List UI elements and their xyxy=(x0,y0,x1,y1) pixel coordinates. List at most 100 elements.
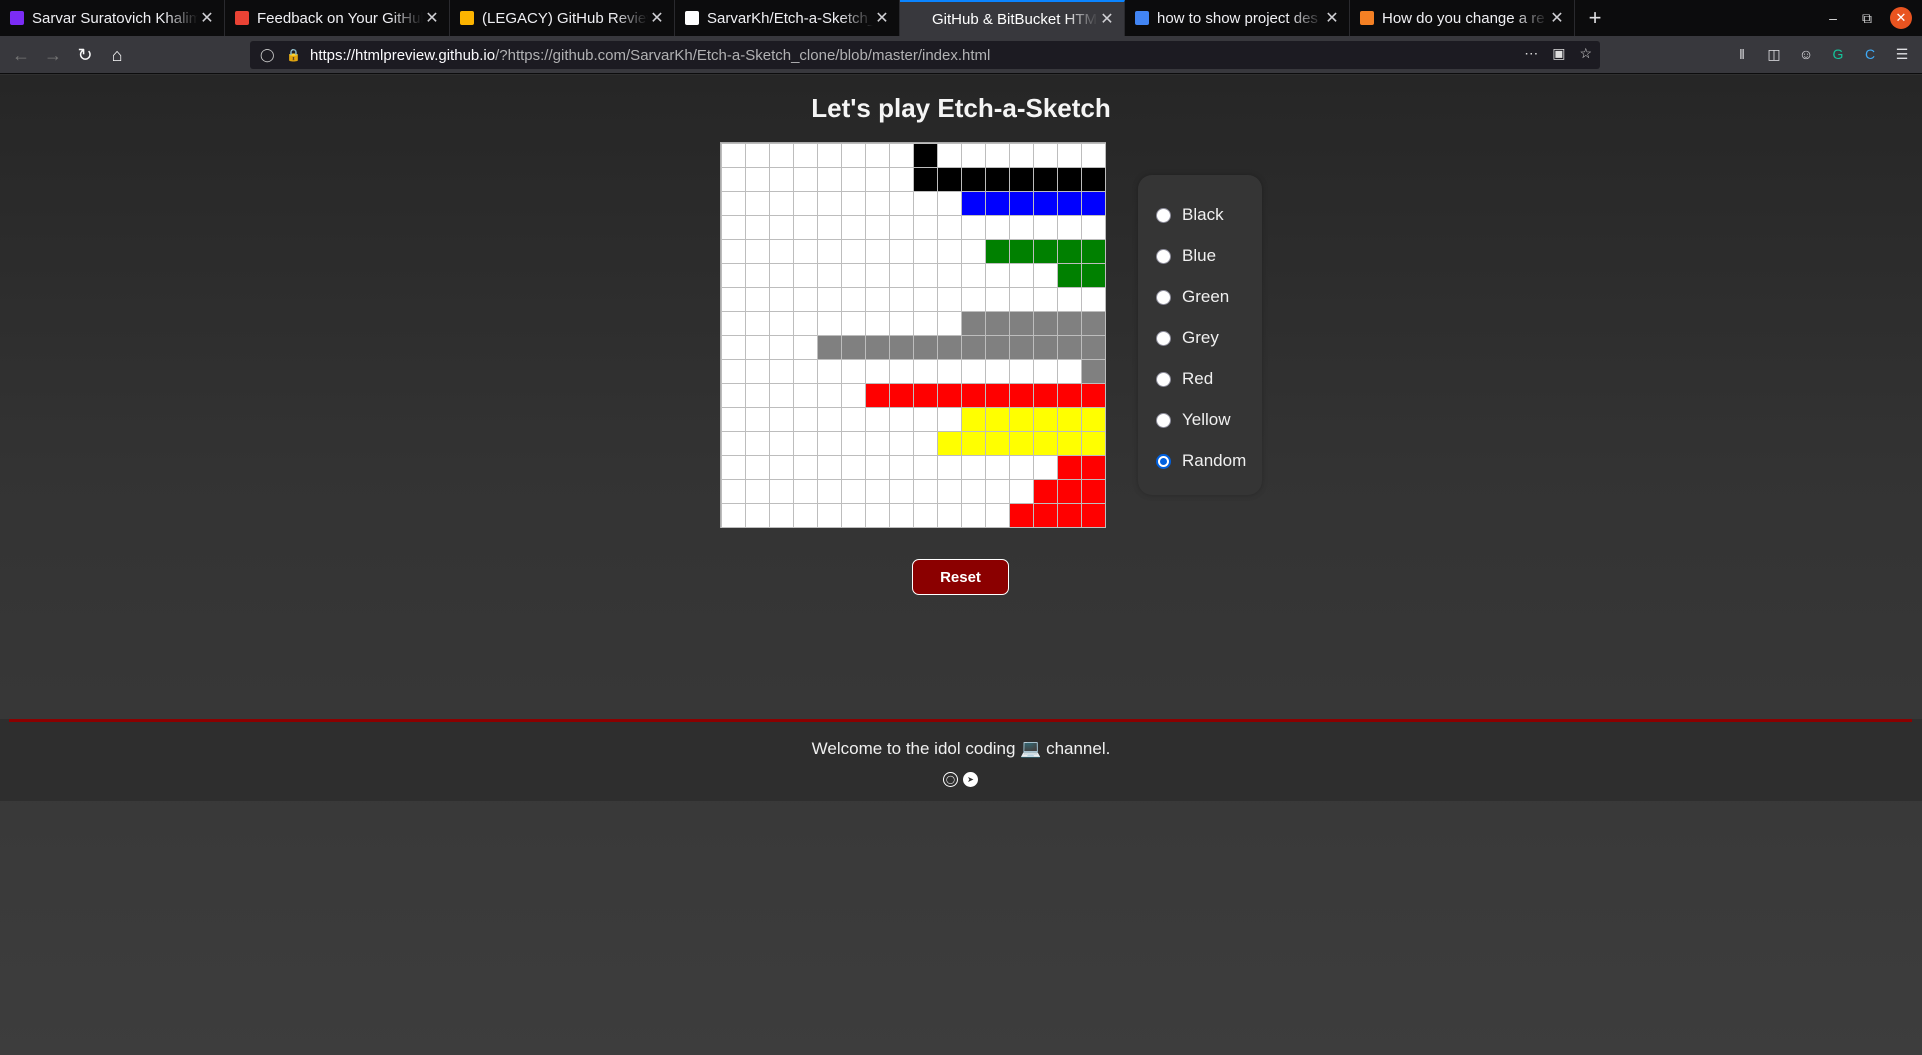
grid-cell[interactable] xyxy=(984,310,1010,336)
grid-cell[interactable] xyxy=(1008,382,1034,408)
grid-cell[interactable] xyxy=(1056,334,1082,360)
radio-button[interactable] xyxy=(1156,371,1171,387)
grid-cell[interactable] xyxy=(960,502,986,528)
grid-cell[interactable] xyxy=(936,166,962,192)
grid-cell[interactable] xyxy=(936,502,962,528)
radio-button[interactable] xyxy=(1156,330,1171,346)
close-tab-icon[interactable]: ✕ xyxy=(198,8,216,28)
grid-cell[interactable] xyxy=(744,502,770,528)
grid-cell[interactable] xyxy=(960,142,986,168)
grid-cell[interactable] xyxy=(888,262,914,288)
grid-cell[interactable] xyxy=(936,382,962,408)
close-tab-icon[interactable]: ✕ xyxy=(648,8,666,28)
grid-cell[interactable] xyxy=(1056,190,1082,216)
grid-cell[interactable] xyxy=(1008,214,1034,240)
grid-cell[interactable] xyxy=(912,238,938,264)
grid-cell[interactable] xyxy=(1032,334,1058,360)
grid-cell[interactable] xyxy=(888,382,914,408)
grid-cell[interactable] xyxy=(816,406,842,432)
color-option-green[interactable]: Green xyxy=(1156,285,1229,309)
grid-cell[interactable] xyxy=(912,382,938,408)
grid-cell[interactable] xyxy=(792,382,818,408)
grid-cell[interactable] xyxy=(984,382,1010,408)
minimize-icon[interactable]: – xyxy=(1816,10,1850,26)
grid-cell[interactable] xyxy=(912,478,938,504)
more-actions-icon[interactable]: ⋯ xyxy=(1524,45,1538,62)
grid-cell[interactable] xyxy=(960,430,986,456)
shield-icon[interactable]: ◯ xyxy=(260,47,280,63)
grid-cell[interactable] xyxy=(720,406,746,432)
sidebar-icon[interactable]: ◫ xyxy=(1764,44,1784,64)
close-tab-icon[interactable]: ✕ xyxy=(423,8,441,28)
grid-cell[interactable] xyxy=(912,214,938,240)
grid-cell[interactable] xyxy=(720,382,746,408)
grid-cell[interactable] xyxy=(768,382,794,408)
grid-cell[interactable] xyxy=(816,262,842,288)
grid-cell[interactable] xyxy=(1080,310,1106,336)
grid-cell[interactable] xyxy=(1056,310,1082,336)
grid-cell[interactable] xyxy=(720,502,746,528)
library-icon[interactable]: ‖ xyxy=(1732,44,1752,64)
grid-cell[interactable] xyxy=(744,142,770,168)
grid-cell[interactable] xyxy=(1032,358,1058,384)
grid-cell[interactable] xyxy=(792,478,818,504)
grid-cell[interactable] xyxy=(720,454,746,480)
grid-cell[interactable] xyxy=(720,430,746,456)
grid-cell[interactable] xyxy=(888,502,914,528)
grid-cell[interactable] xyxy=(984,214,1010,240)
grid-cell[interactable] xyxy=(960,214,986,240)
grid-cell[interactable] xyxy=(768,454,794,480)
grid-cell[interactable] xyxy=(960,382,986,408)
grid-cell[interactable] xyxy=(840,358,866,384)
grid-cell[interactable] xyxy=(720,358,746,384)
grid-cell[interactable] xyxy=(1008,142,1034,168)
grid-cell[interactable] xyxy=(960,406,986,432)
radio-button[interactable] xyxy=(1156,412,1171,428)
close-tab-icon[interactable]: ✕ xyxy=(1323,8,1341,28)
grid-cell[interactable] xyxy=(888,286,914,312)
grid-cell[interactable] xyxy=(960,358,986,384)
grid-cell[interactable] xyxy=(816,310,842,336)
grid-cell[interactable] xyxy=(984,406,1010,432)
color-option-blue[interactable]: Blue xyxy=(1156,244,1216,268)
grid-cell[interactable] xyxy=(744,478,770,504)
grid-cell[interactable] xyxy=(912,142,938,168)
grid-cell[interactable] xyxy=(1008,334,1034,360)
grid-cell[interactable] xyxy=(1056,406,1082,432)
grid-cell[interactable] xyxy=(864,406,890,432)
grid-cell[interactable] xyxy=(840,406,866,432)
grid-cell[interactable] xyxy=(888,166,914,192)
restore-icon[interactable]: ⧉ xyxy=(1850,10,1884,27)
grid-cell[interactable] xyxy=(1056,382,1082,408)
grid-cell[interactable] xyxy=(960,238,986,264)
grid-cell[interactable] xyxy=(720,214,746,240)
grid-cell[interactable] xyxy=(888,430,914,456)
browser-tab[interactable]: How do you change a re ✕ xyxy=(1350,0,1575,36)
grid-cell[interactable] xyxy=(960,286,986,312)
grid-cell[interactable] xyxy=(864,214,890,240)
grid-cell[interactable] xyxy=(912,502,938,528)
grid-cell[interactable] xyxy=(888,406,914,432)
home-icon[interactable]: ⌂ xyxy=(106,44,128,66)
grid-cell[interactable] xyxy=(864,286,890,312)
grid-cell[interactable] xyxy=(936,334,962,360)
grid-cell[interactable] xyxy=(912,310,938,336)
grid-cell[interactable] xyxy=(792,358,818,384)
grid-cell[interactable] xyxy=(1056,214,1082,240)
grid-cell[interactable] xyxy=(984,286,1010,312)
grid-cell[interactable] xyxy=(960,310,986,336)
grid-cell[interactable] xyxy=(888,214,914,240)
grid-cell[interactable] xyxy=(864,454,890,480)
grid-cell[interactable] xyxy=(792,190,818,216)
telegram-icon[interactable]: ➤ xyxy=(963,772,978,787)
grid-cell[interactable] xyxy=(1080,190,1106,216)
grid-cell[interactable] xyxy=(1056,430,1082,456)
grid-cell[interactable] xyxy=(840,382,866,408)
grid-cell[interactable] xyxy=(768,430,794,456)
close-tab-icon[interactable]: ✕ xyxy=(1098,9,1116,29)
grid-cell[interactable] xyxy=(984,358,1010,384)
grid-cell[interactable] xyxy=(816,454,842,480)
sketch-grid[interactable] xyxy=(720,142,1106,528)
grid-cell[interactable] xyxy=(744,286,770,312)
grid-cell[interactable] xyxy=(840,190,866,216)
